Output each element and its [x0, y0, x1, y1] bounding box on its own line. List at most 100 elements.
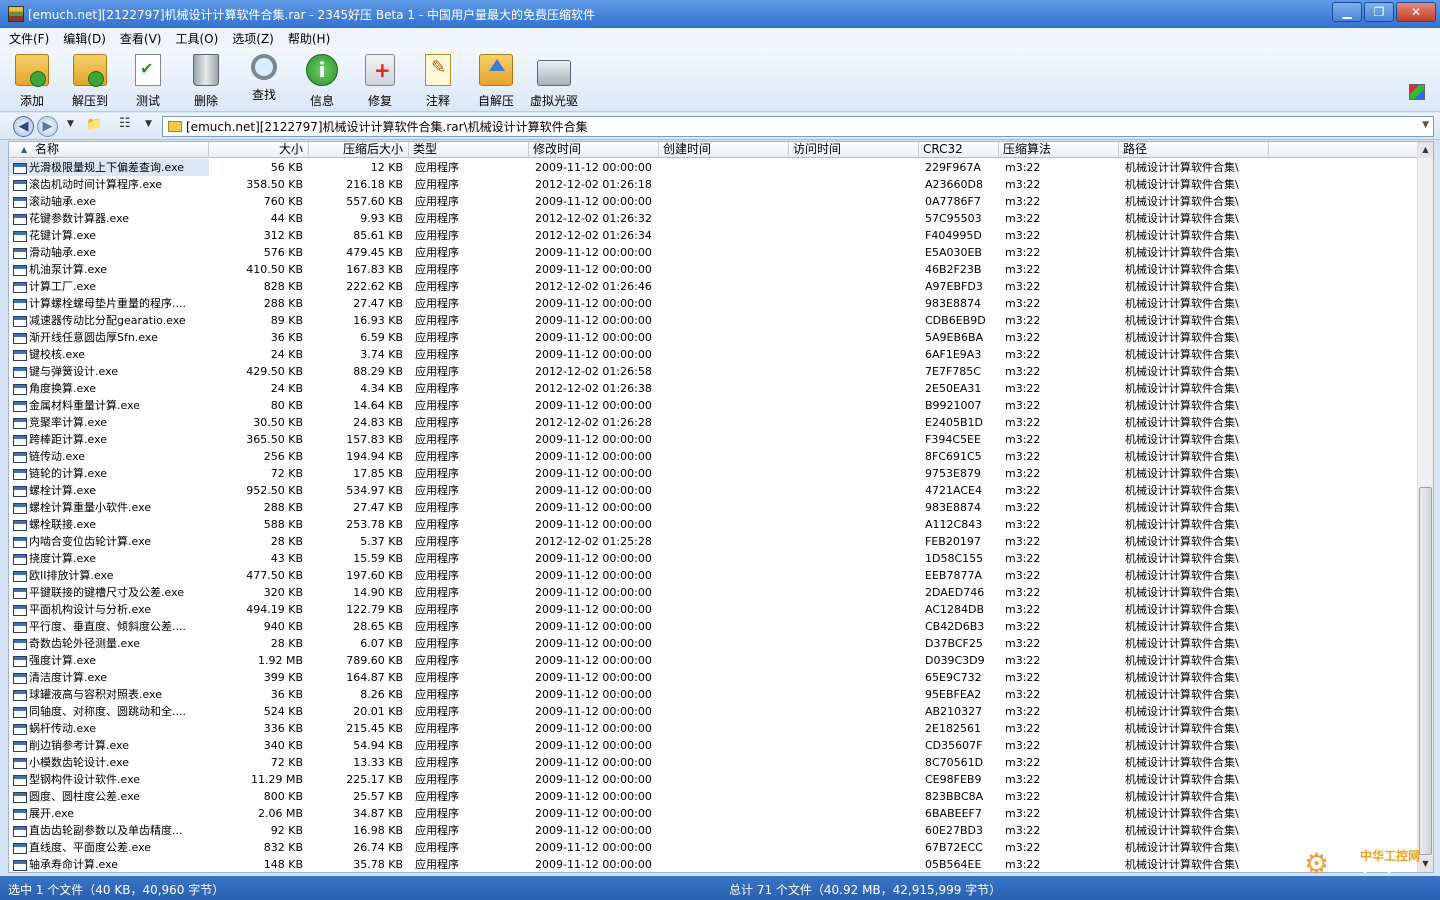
file-name-text: 平行度、垂直度、倾斜度公差.... [29, 620, 186, 633]
menu-item-3[interactable]: 工具(O) [166, 30, 223, 47]
file-row[interactable]: 花键计算.exe 312 KB 85.61 KB 应用程序 2012-12-02 01:… [9, 227, 1419, 244]
history-dropdown-icon[interactable]: ▼ [67, 119, 74, 129]
back-arrow-icon[interactable]: ◀ [13, 116, 34, 137]
menu-item-2[interactable]: 查看(V) [111, 30, 167, 47]
file-row[interactable]: 计算工厂.exe 828 KB 222.62 KB 应用程序 2012-12-02 01… [9, 278, 1419, 295]
file-row[interactable]: 同轴度、对称度、圆跳动和全.... 524 KB 20.01 KB 应用程序 2009-… [9, 703, 1419, 720]
file-type: 应用程序 [415, 314, 459, 327]
file-type: 应用程序 [415, 535, 459, 548]
file-row[interactable]: 角度换算.exe 24 KB 4.34 KB 应用程序 2012-12-02 01:26… [9, 380, 1419, 397]
file-row[interactable]: 欧II排放计算.exe 477.50 KB 197.60 KB 应用程序 2009-11… [9, 567, 1419, 584]
file-row[interactable]: 平面机构设计与分析.exe 494.19 KB 122.79 KB 应用程序 2009-… [9, 601, 1419, 618]
file-name-text: 奇数齿轮外径测量.exe [29, 637, 141, 650]
file-row[interactable]: 滚齿机动时间计算程序.exe 358.50 KB 216.18 KB 应用程序 2012… [9, 176, 1419, 193]
file-row[interactable]: 计算螺栓螺母垫片重量的程序.... 288 KB 27.47 KB 应用程序 2009-… [9, 295, 1419, 312]
file-row[interactable]: 链传动.exe 256 KB 194.94 KB 应用程序 2009-11-12 00:… [9, 448, 1419, 465]
toolbar-button-1[interactable]: 解压到 [62, 54, 118, 112]
path-dropdown-icon[interactable]: ▼ [1422, 120, 1429, 130]
file-row[interactable]: 减速器传动比分配gearatio.exe 89 KB 16.93 KB 应用程序 200… [9, 312, 1419, 329]
file-row[interactable]: 奇数齿轮外径测量.exe 28 KB 6.07 KB 应用程序 2009-11-12 0… [9, 635, 1419, 652]
skin-color-icon[interactable] [1409, 84, 1425, 100]
column-header-2[interactable]: 压缩后大小 [309, 142, 409, 158]
file-row[interactable]: 滑动轴承.exe 576 KB 479.45 KB 应用程序 2009-11-12 00… [9, 244, 1419, 261]
menu-item-4[interactable]: 选项(Z) [223, 30, 279, 47]
toolbar-button-5[interactable]: i 信息 [294, 54, 350, 112]
file-row[interactable]: 球罐液高与容积对照表.exe 36 KB 8.26 KB 应用程序 2009-11-12… [9, 686, 1419, 703]
scroll-up-icon[interactable]: ▲ [1418, 142, 1433, 158]
exe-file-icon [13, 519, 27, 531]
file-row[interactable]: 键与弹簧设计.exe 429.50 KB 88.29 KB 应用程序 2012-12-0… [9, 363, 1419, 380]
file-row[interactable]: 螺栓计算.exe 952.50 KB 534.97 KB 应用程序 2009-11-12… [9, 482, 1419, 499]
path-text: [emuch.net][2122797]机械设计计算软件合集.rar\机械设计计… [186, 120, 588, 134]
file-row[interactable]: 直齿齿轮副参数以及单齿精度... 92 KB 16.98 KB 应用程序 2009-11… [9, 822, 1419, 839]
file-row[interactable]: 花键参数计算器.exe 44 KB 9.93 KB 应用程序 2012-12-02 01… [9, 210, 1419, 227]
forward-arrow-icon[interactable]: ▶ [37, 116, 58, 137]
file-row[interactable]: 平行度、垂直度、倾斜度公差.... 940 KB 28.65 KB 应用程序 2009-… [9, 618, 1419, 635]
column-header-8[interactable]: 压缩算法 [999, 142, 1119, 158]
file-row[interactable]: 链轮的计算.exe 72 KB 17.85 KB 应用程序 2009-11-12 00:… [9, 465, 1419, 482]
column-header-4[interactable]: 修改时间 [529, 142, 659, 158]
toolbar-button-6[interactable]: 修复 [352, 54, 408, 112]
file-row[interactable]: 平键联接的键槽尺寸及公差.exe 320 KB 14.90 KB 应用程序 2009-1… [9, 584, 1419, 601]
file-type: 应用程序 [415, 348, 459, 361]
file-row[interactable]: 渐开线任意圆齿厚Sfn.exe 36 KB 6.59 KB 应用程序 2009-11-1… [9, 329, 1419, 346]
column-header-3[interactable]: 类型 [409, 142, 529, 158]
file-row[interactable]: 型钢构件设计软件.exe 11.29 MB 225.17 KB 应用程序 2009-11… [9, 771, 1419, 788]
exe-file-icon [13, 349, 27, 361]
file-row[interactable]: 滚动轴承.exe 760 KB 557.60 KB 应用程序 2009-11-12 00… [9, 193, 1419, 210]
file-type: 应用程序 [415, 161, 459, 174]
file-size: 56 KB [270, 161, 303, 174]
path-input[interactable]: [emuch.net][2122797]机械设计计算软件合集.rar\机械设计计… [162, 116, 1434, 137]
column-header-0[interactable]: 名称 [9, 142, 209, 158]
menu-item-0[interactable]: 文件(F) [0, 30, 54, 47]
file-row[interactable]: 清洁度计算.exe 399 KB 164.87 KB 应用程序 2009-11-12 0… [9, 669, 1419, 686]
file-row[interactable]: 小模数齿轮设计.exe 72 KB 13.33 KB 应用程序 2009-11-12 0… [9, 754, 1419, 771]
file-row[interactable]: 蜗杆传动.exe 336 KB 215.45 KB 应用程序 2009-11-12 00… [9, 720, 1419, 737]
maximize-button[interactable]: ❐ [1364, 2, 1394, 22]
file-row[interactable]: 内啮合变位齿轮计算.exe 28 KB 5.37 KB 应用程序 2012-12-02 … [9, 533, 1419, 550]
file-row[interactable]: 机油泵计算.exe 410.50 KB 167.83 KB 应用程序 2009-11-1… [9, 261, 1419, 278]
file-row[interactable]: 金属材料重量计算.exe 80 KB 14.64 KB 应用程序 2009-11-12 … [9, 397, 1419, 414]
file-algorithm: m3:22 [1005, 365, 1041, 378]
file-packed-size: 16.98 KB [353, 824, 403, 837]
file-row[interactable]: 展开.exe 2.06 MB 34.87 KB 应用程序 2009-11-12 00:0… [9, 805, 1419, 822]
toolbar-button-7[interactable]: 注释 [410, 54, 466, 112]
file-row[interactable]: 跨棒距计算.exe 365.50 KB 157.83 KB 应用程序 2009-11-1… [9, 431, 1419, 448]
toolbar-button-2[interactable]: 测试 [120, 54, 176, 112]
file-path: 机械设计计算软件合集\ [1125, 484, 1239, 497]
file-row[interactable]: 削边销参考计算.exe 340 KB 54.94 KB 应用程序 2009-11-12 … [9, 737, 1419, 754]
menu-item-5[interactable]: 帮助(H) [279, 30, 335, 47]
column-header-5[interactable]: 创建时间 [659, 142, 789, 158]
file-row[interactable]: 轴承寿命计算.exe 148 KB 35.78 KB 应用程序 2009-11-12 0… [9, 856, 1419, 872]
close-button[interactable]: ✕ [1396, 2, 1436, 22]
up-folder-icon[interactable]: 📁 [86, 117, 102, 132]
file-row[interactable]: 直线度、平面度公差.exe 832 KB 26.74 KB 应用程序 2009-11-1… [9, 839, 1419, 856]
toolbar-button-9[interactable]: 虚拟光驱 [526, 54, 582, 112]
toolbar-button-8[interactable]: 自解压 [468, 54, 524, 112]
toolbar-button-4[interactable]: 查找 [236, 54, 292, 112]
file-packed-size: 14.64 KB [353, 399, 403, 412]
column-header-6[interactable]: 访问时间 [789, 142, 919, 158]
file-row[interactable]: 强度计算.exe 1.92 MB 789.60 KB 应用程序 2009-11-12 0… [9, 652, 1419, 669]
file-name-text: 清洁度计算.exe [29, 671, 108, 684]
exe-file-icon [13, 842, 27, 854]
scroll-thumb[interactable] [1419, 487, 1432, 855]
file-row[interactable]: 光滑极限量规上下偏差查询.exe 56 KB 12 KB 应用程序 2009-11-12… [9, 159, 1419, 176]
file-modified: 2012-12-02 01:26:32 [535, 212, 652, 225]
file-row[interactable]: 挠度计算.exe 43 KB 15.59 KB 应用程序 2009-11-12 00:0… [9, 550, 1419, 567]
minimize-button[interactable]: ▁ [1332, 2, 1362, 22]
toolbar-button-3[interactable]: 删除 [178, 54, 234, 112]
view-mode-icon[interactable]: ☷ [119, 116, 131, 131]
view-dropdown-icon[interactable]: ▼ [145, 119, 152, 129]
menu-item-1[interactable]: 编辑(D) [54, 30, 111, 47]
column-header-9[interactable]: 路径 [1119, 142, 1269, 158]
file-row[interactable]: 螺栓联接.exe 588 KB 253.78 KB 应用程序 2009-11-12 00… [9, 516, 1419, 533]
file-row[interactable]: 螺栓计算重量小软件.exe 288 KB 27.47 KB 应用程序 2009-11-1… [9, 499, 1419, 516]
column-header-1[interactable]: 大小 [209, 142, 309, 158]
toolbar-button-0[interactable]: 添加 [4, 54, 60, 112]
file-row[interactable]: 键校核.exe 24 KB 3.74 KB 应用程序 2009-11-12 00:00:… [9, 346, 1419, 363]
column-header-7[interactable]: CRC32 [919, 142, 999, 158]
vertical-scrollbar[interactable]: ▲ ▼ [1417, 142, 1433, 872]
file-row[interactable]: 圆度、圆柱度公差.exe 800 KB 25.57 KB 应用程序 2009-11-12… [9, 788, 1419, 805]
file-row[interactable]: 竞聚率计算.exe 30.50 KB 24.83 KB 应用程序 2012-12-02 … [9, 414, 1419, 431]
